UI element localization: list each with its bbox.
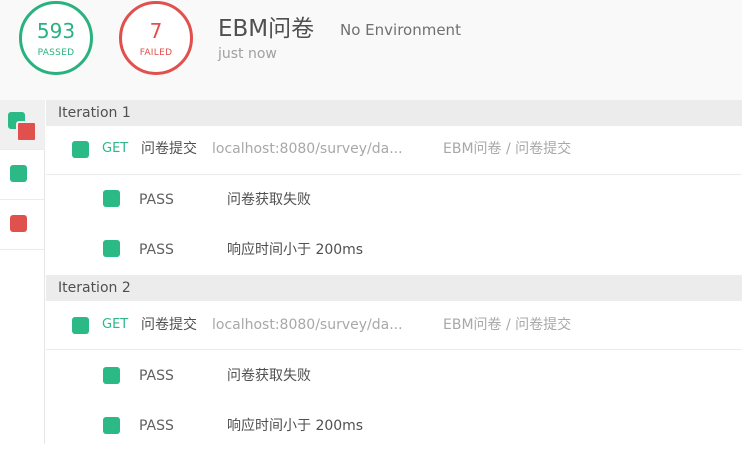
test-pass-icon xyxy=(103,367,120,384)
request-url: localhost:8080/survey/da... xyxy=(212,141,403,157)
green-square-icon xyxy=(10,165,27,182)
test-result-row: PASS 响应时间小于 200ms xyxy=(46,225,742,275)
passed-count-badge: 593 PASSED xyxy=(19,1,93,75)
status-filter-sidebar xyxy=(0,100,45,444)
iteration-header: Iteration 1 xyxy=(46,100,742,126)
iteration-header: Iteration 2 xyxy=(46,275,742,301)
environment-label: No Environment xyxy=(340,21,461,39)
test-name: 响应时间小于 200ms xyxy=(227,418,364,434)
request-status-icon xyxy=(72,317,89,334)
request-method: GET xyxy=(102,317,129,332)
filter-failed-button[interactable] xyxy=(0,200,45,250)
collection-title: EBM问卷 xyxy=(218,16,315,42)
passed-count: 593 xyxy=(36,19,76,43)
filter-all-button[interactable] xyxy=(0,100,45,150)
test-pass-icon xyxy=(103,190,120,207)
test-result-row: PASS 问卷获取失败 xyxy=(46,175,742,225)
test-name: 问卷获取失败 xyxy=(227,192,311,208)
test-name: 响应时间小于 200ms xyxy=(227,242,364,258)
failed-count-badge: 7 FAILED xyxy=(119,1,193,75)
passed-label: PASSED xyxy=(37,48,75,58)
filter-passed-button[interactable] xyxy=(0,150,45,200)
test-pass-icon xyxy=(103,240,120,257)
request-method: GET xyxy=(102,141,129,156)
request-status-icon xyxy=(72,141,89,158)
request-row[interactable]: GET 问卷提交 localhost:8080/survey/da... EBM… xyxy=(46,301,742,350)
request-name: 问卷提交 xyxy=(141,141,197,157)
test-result-row: PASS 问卷获取失败 xyxy=(46,351,742,401)
results-list: Iteration 1 GET 问卷提交 localhost:8080/surv… xyxy=(46,100,742,444)
test-status: PASS xyxy=(139,242,174,258)
test-status: PASS xyxy=(139,192,174,208)
failed-label: FAILED xyxy=(139,48,173,58)
run-time: just now xyxy=(218,46,277,62)
request-collection-path: EBM问卷 / 问卷提交 xyxy=(443,141,572,157)
fail-square-icon xyxy=(16,121,37,142)
request-collection-path: EBM问卷 / 问卷提交 xyxy=(443,317,572,333)
request-url: localhost:8080/survey/da... xyxy=(212,317,403,333)
red-square-icon xyxy=(10,215,27,232)
test-status: PASS xyxy=(139,368,174,384)
test-pass-icon xyxy=(103,417,120,434)
test-status: PASS xyxy=(139,418,174,434)
failed-count: 7 xyxy=(149,19,163,43)
request-name: 问卷提交 xyxy=(141,317,197,333)
request-row[interactable]: GET 问卷提交 localhost:8080/survey/da... EBM… xyxy=(46,126,742,175)
test-name: 问卷获取失败 xyxy=(227,368,311,384)
run-summary-header: 593 PASSED 7 FAILED EBM问卷 No Environment… xyxy=(0,0,742,100)
